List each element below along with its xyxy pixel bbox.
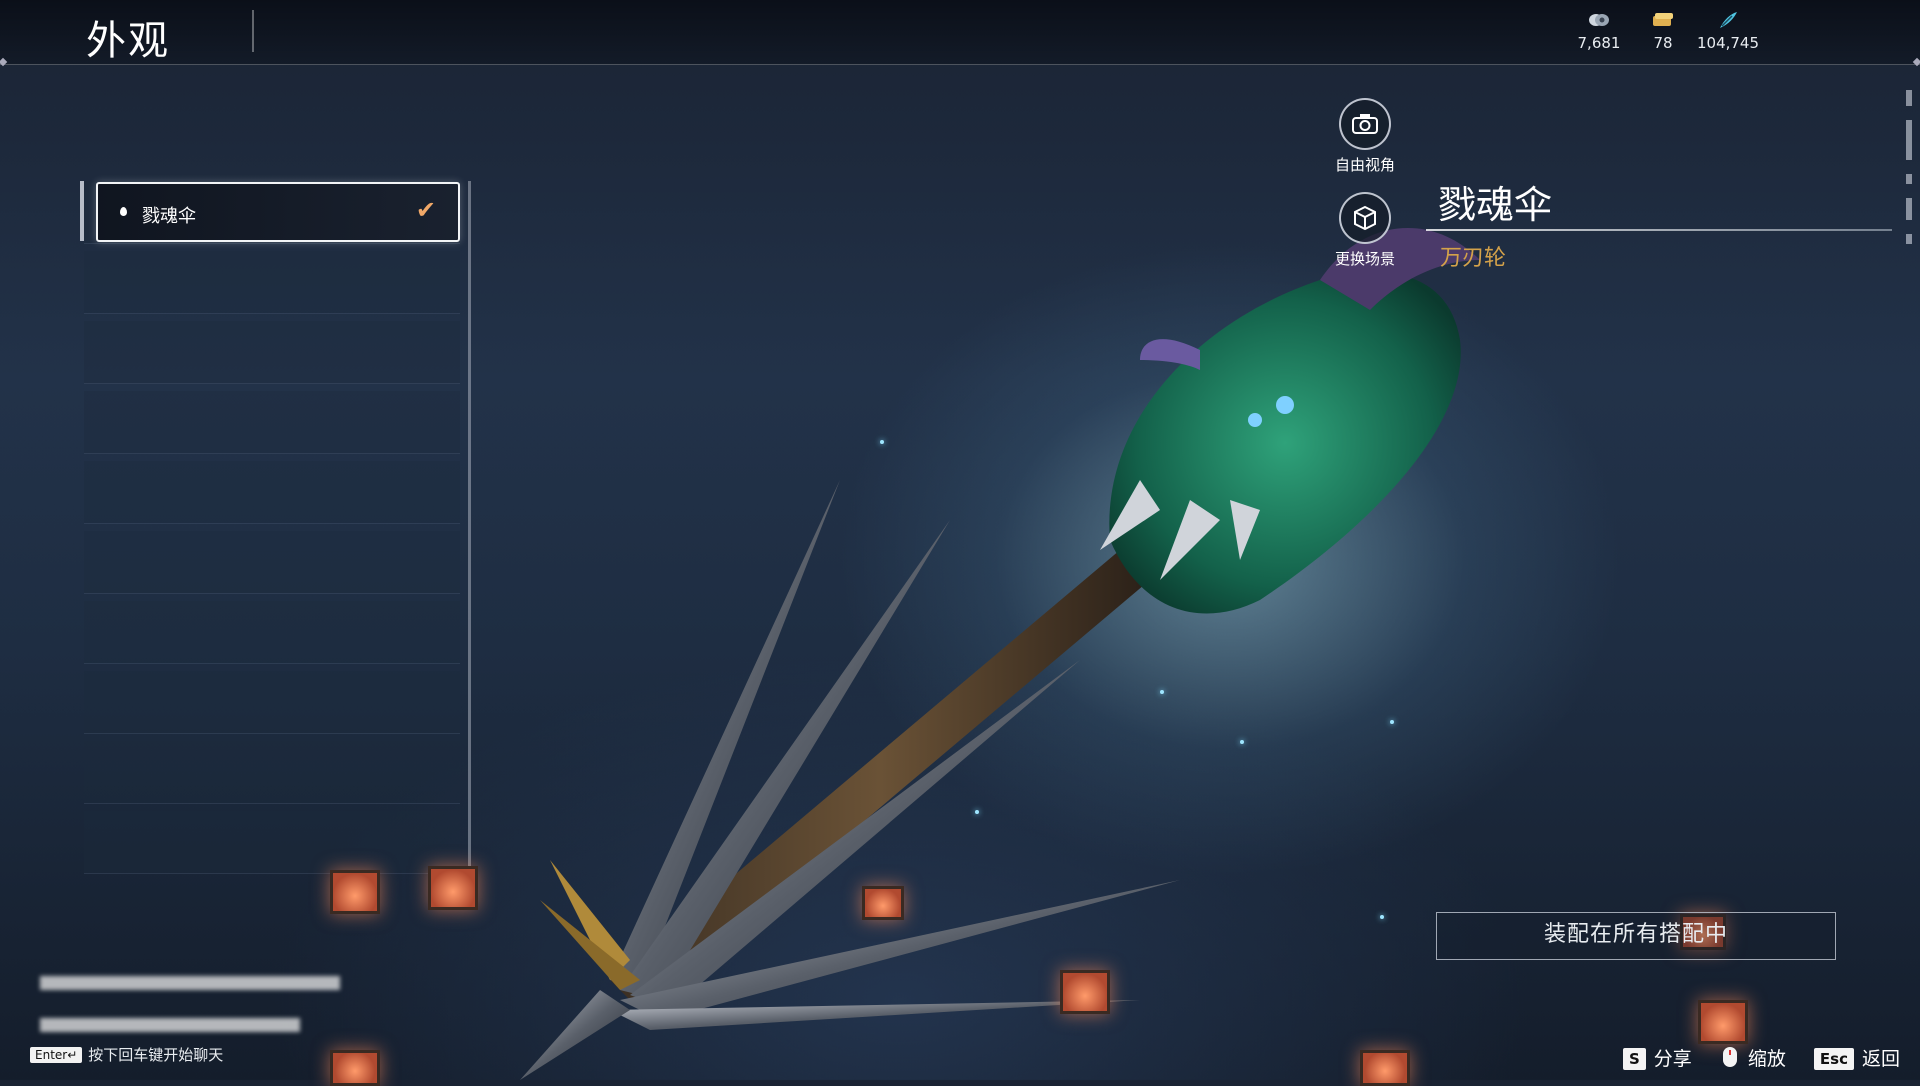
list-scrollbar[interactable] [468, 181, 471, 871]
top-bar: 外观 7,681 78 104,745 [0, 0, 1920, 67]
enter-key-icon: Enter↵ [30, 1047, 83, 1063]
list-item-empty [84, 321, 460, 384]
bottom-actions: S 分享 缩放 Esc 返回 [1601, 1044, 1900, 1071]
sparkle [880, 440, 884, 444]
gold-ticket-icon [1653, 13, 1673, 26]
list-item-empty [84, 531, 460, 594]
equip-all-outfits-button[interactable]: 装配在所有搭配中 [1436, 912, 1836, 960]
mouse-icon [1722, 1047, 1737, 1067]
list-item-empty [84, 671, 460, 734]
lantern-decoration [1360, 1050, 1410, 1086]
edge-ornament-left [0, 57, 8, 67]
currency-feather: 104,745 [1693, 10, 1763, 52]
feather-gem-icon [1720, 12, 1737, 28]
camera-icon [1339, 98, 1391, 150]
free-camera-button[interactable]: 自由视角 [1320, 98, 1410, 175]
rarity-drop-icon [120, 207, 127, 216]
zoom-action[interactable]: 缩放 [1720, 1044, 1786, 1071]
appearance-item-name: 戮魂伞 [142, 206, 196, 227]
currency-ticket: 78 [1628, 10, 1698, 52]
change-scene-label: 更换场景 [1334, 250, 1395, 268]
lantern-decoration [428, 866, 478, 910]
coin-stack-icon [1589, 14, 1609, 26]
lantern-decoration [330, 1050, 380, 1086]
chat-hint-text: 按下回车键开始聊天 [88, 1046, 224, 1064]
list-item-empty [84, 251, 460, 314]
list-item-empty [84, 461, 460, 524]
chat-message-blurred [40, 976, 340, 990]
page-title: 外观 [86, 18, 170, 64]
lantern-decoration [862, 886, 904, 920]
checkmark-icon: ✔ [415, 196, 436, 224]
chat-message-blurred [40, 1018, 300, 1032]
sparkle [1240, 740, 1244, 744]
free-camera-label: 自由视角 [1334, 156, 1395, 174]
currency-ticket-value: 78 [1653, 34, 1673, 52]
appearance-item-selected[interactable]: 戮魂伞 ✔ [96, 182, 460, 242]
chat-hint[interactable]: Enter↵ 按下回车键开始聊天 [30, 1044, 223, 1065]
sparkle [975, 810, 979, 814]
share-action[interactable]: S 分享 [1622, 1044, 1692, 1071]
lantern-decoration [1698, 1000, 1748, 1044]
cube-icon [1339, 192, 1391, 244]
list-item[interactable]: 戮魂伞 ✔ [84, 181, 460, 244]
title-divider [252, 10, 254, 52]
weapon-name: 戮魂伞 [1438, 183, 1553, 227]
zoom-label: 缩放 [1747, 1048, 1786, 1070]
appearance-list: 戮魂伞 ✔ [80, 181, 471, 881]
list-item-empty [84, 811, 460, 874]
back-action[interactable]: Esc 返回 [1813, 1044, 1900, 1071]
sparkle [1160, 690, 1164, 694]
currency-coin-value: 7,681 [1577, 34, 1621, 52]
lantern-decoration [1060, 970, 1110, 1014]
change-scene-button[interactable]: 更换场景 [1320, 192, 1410, 269]
sparkle [1390, 720, 1394, 724]
right-scroll-indicator [1906, 90, 1914, 280]
back-label: 返回 [1861, 1048, 1900, 1070]
esc-key: Esc [1813, 1048, 1854, 1070]
weapon-name-underline [1426, 229, 1892, 231]
edge-ornament-right [1912, 57, 1920, 67]
list-item-empty [84, 601, 460, 664]
currency-feather-value: 104,745 [1696, 34, 1760, 52]
share-label: 分享 [1653, 1048, 1692, 1070]
list-item-empty [84, 391, 460, 454]
weapon-type: 万刃轮 [1440, 246, 1507, 271]
share-key: S [1622, 1048, 1646, 1070]
sparkle [1380, 915, 1384, 919]
list-item-empty [84, 741, 460, 804]
lantern-decoration [330, 870, 380, 914]
currency-coin: 7,681 [1564, 10, 1634, 52]
